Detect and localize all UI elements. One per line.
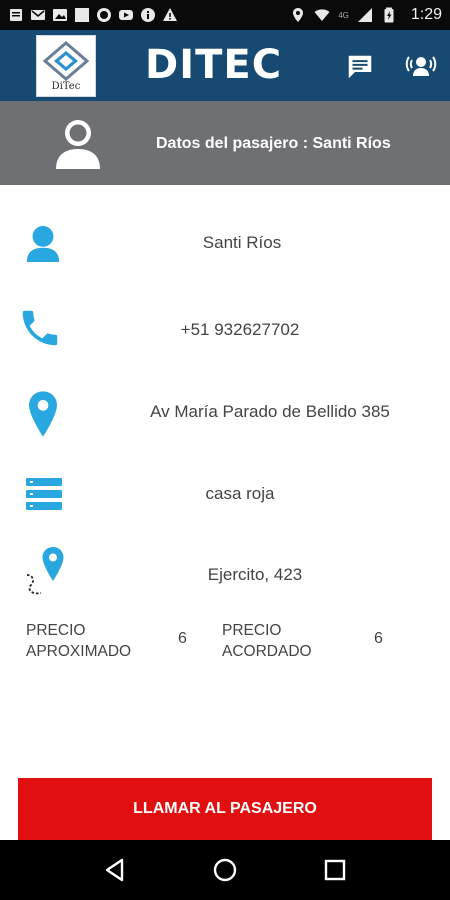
route-pin-icon [20, 547, 72, 599]
app-logo: DiTec [36, 35, 96, 97]
app-title: DITEC [145, 42, 283, 88]
back-button[interactable] [95, 850, 135, 890]
name-row: Santi Ríos [0, 207, 450, 277]
approx-price-label-line1: PRECIO [26, 622, 86, 639]
network-type: 4G [338, 10, 349, 20]
passenger-name: Santi Ríos [202, 233, 282, 252]
status-notifications [8, 8, 290, 22]
wifi-icon [314, 8, 330, 22]
agreed-price-label-line1: PRECIO [222, 622, 282, 639]
user-icon [17, 217, 69, 269]
phone-icon [14, 302, 66, 354]
approx-price-label: PRECIO APROXIMADO [26, 620, 131, 662]
location-pin-icon [17, 388, 69, 440]
home-icon [213, 858, 237, 882]
signal-icon [357, 8, 373, 22]
chat-button[interactable] [343, 50, 377, 84]
alarm-button[interactable] [402, 50, 440, 84]
navigation-bar [0, 840, 450, 900]
app-bar: DiTec DITEC [0, 30, 450, 101]
passenger-header: Datos del pasajero : Santi Ríos [0, 101, 450, 185]
agreed-price-label-line2: ACORDADO [222, 643, 312, 660]
location-icon [290, 8, 306, 22]
warning-icon [162, 8, 178, 22]
square-icon [74, 8, 90, 22]
list-icon [18, 468, 70, 520]
origin-address: Av María Parado de Bellido 385 [150, 402, 390, 421]
reference-note: casa roja [205, 484, 275, 503]
user-avatar-icon [53, 117, 103, 171]
youtube-icon [118, 8, 134, 22]
image-icon [52, 8, 68, 22]
call-passenger-button[interactable]: LLAMAR AL PASAJERO [18, 778, 432, 840]
chat-icon [348, 55, 372, 79]
recents-icon [324, 859, 346, 881]
back-icon [105, 858, 124, 882]
status-bar: 4G 1:29 [0, 0, 450, 30]
logo-emblem-icon [42, 40, 90, 81]
destination-row: Ejercito, 423 [0, 543, 450, 613]
status-time: 1:29 [410, 6, 442, 23]
origin-row: Av María Parado de Bellido 385 [0, 380, 450, 450]
agreed-price-value: 6 [374, 630, 383, 647]
circle-icon [96, 8, 112, 22]
approx-price-label-line2: APROXIMADO [26, 643, 132, 660]
passenger-phone: +51 932627702 [180, 320, 300, 339]
recents-button[interactable] [315, 850, 355, 890]
header-title: Datos del pasajero : Santi Ríos [156, 135, 391, 152]
battery-icon [381, 7, 397, 23]
agreed-price-label: PRECIO ACORDADO [222, 620, 312, 662]
logo-text: DiTec [51, 80, 81, 92]
mail-icon [30, 8, 46, 22]
approx-price-value: 6 [178, 630, 187, 647]
alarm-user-icon [405, 56, 437, 76]
home-button[interactable] [205, 850, 245, 890]
phone-row: +51 932627702 [0, 296, 450, 366]
reference-row: casa roja [0, 462, 450, 532]
notification-icon [8, 8, 24, 22]
info-icon [140, 8, 156, 22]
status-system: 4G 1:29 [290, 6, 442, 24]
destination-address: Ejercito, 423 [207, 565, 303, 584]
